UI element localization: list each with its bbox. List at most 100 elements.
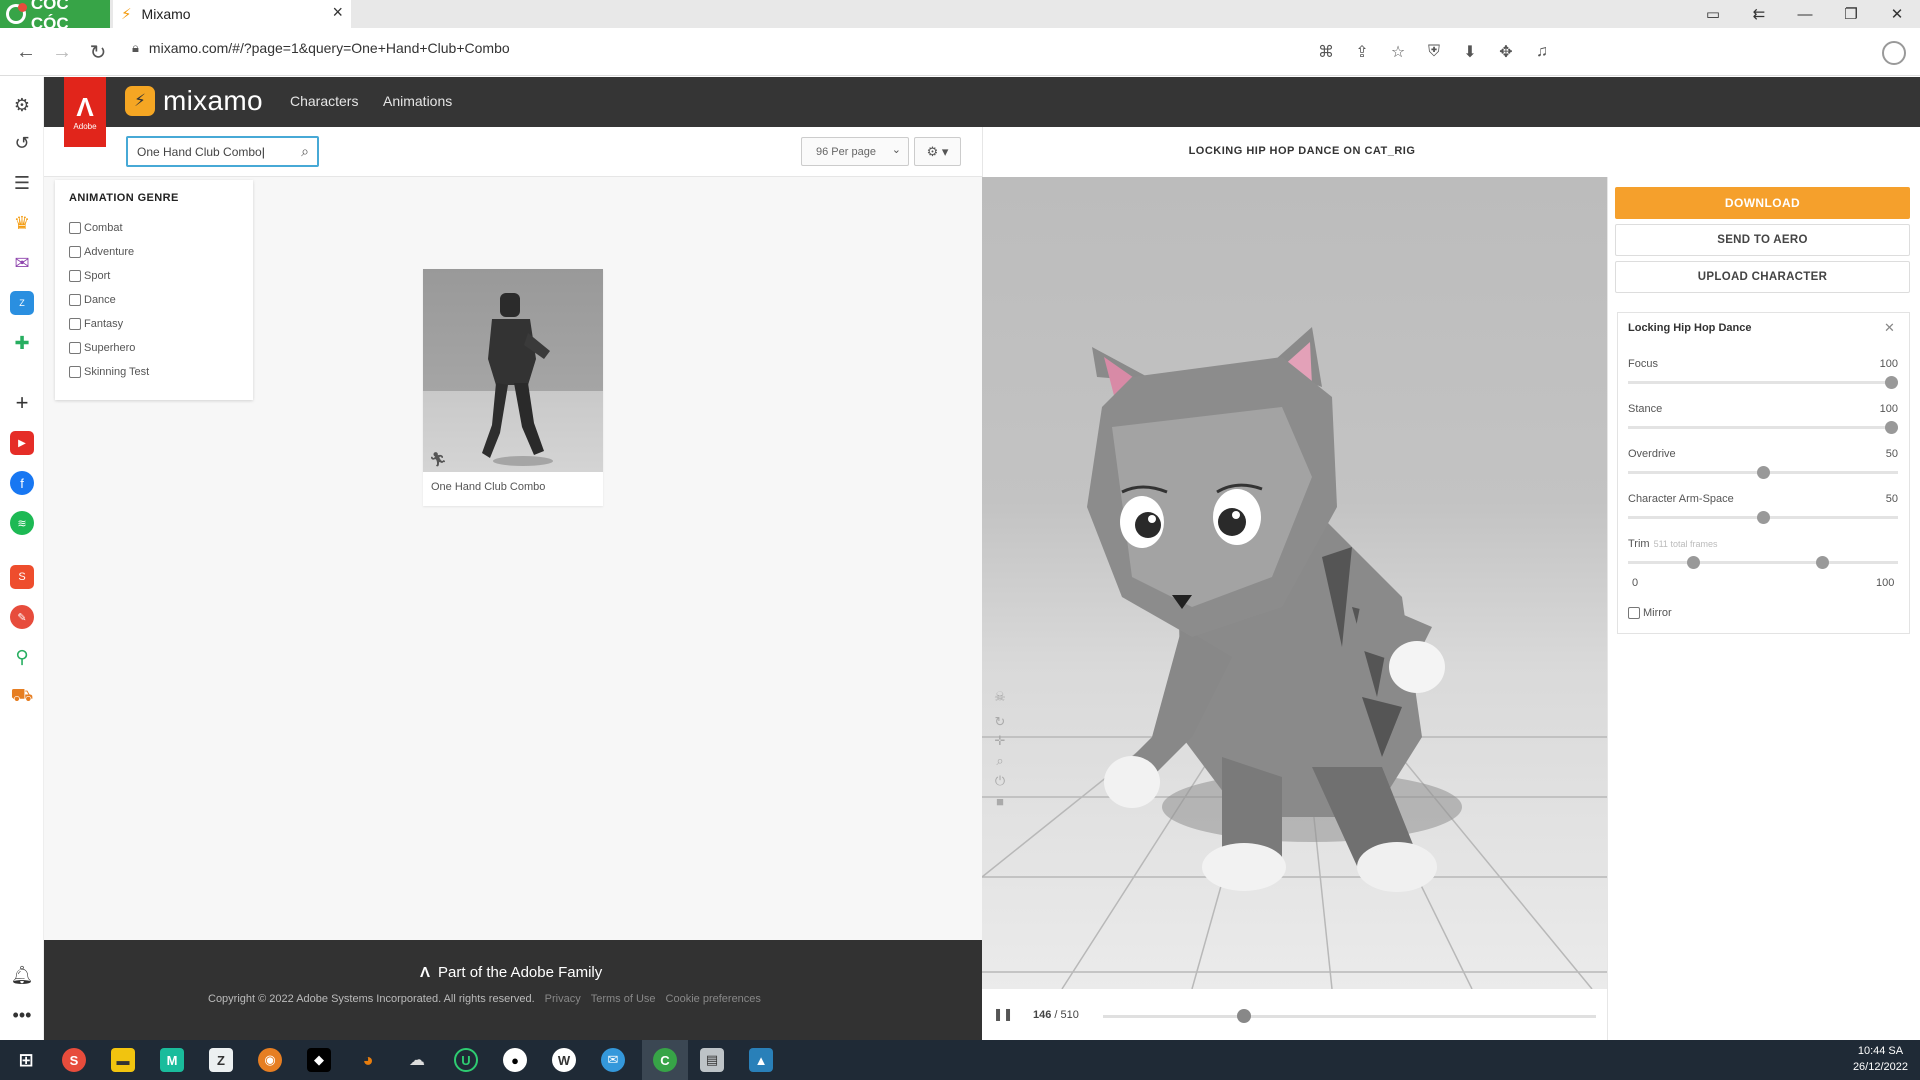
timeline-scrubber[interactable] [1236, 1009, 1251, 1023]
focus-slider-track[interactable] [1628, 381, 1898, 384]
browser-tab-mixamo[interactable]: ⚡ Mixamo × [113, 0, 351, 28]
checkbox[interactable] [69, 342, 81, 354]
music-icon[interactable]: ♫ [1524, 36, 1560, 68]
back-icon[interactable]: ← [10, 36, 42, 68]
extensions-icon[interactable]: ✥ [1488, 36, 1524, 68]
history-icon[interactable]: ↺ [10, 131, 34, 155]
zalo-icon[interactable]: Z [10, 291, 34, 315]
reading-list-icon[interactable]: ☰ [10, 171, 34, 195]
pan-icon[interactable]: ✛ [992, 733, 1008, 749]
arm-space-slider-knob[interactable] [1756, 511, 1770, 524]
shopee-icon[interactable]: S [10, 565, 34, 589]
messenger-icon[interactable]: ✉ [10, 251, 34, 275]
search-input[interactable]: One Hand Club Combo | ⌕ [126, 136, 319, 167]
chrome-icon[interactable]: ◉ [258, 1048, 282, 1072]
messenger-taskbar-icon[interactable]: ✉ [601, 1048, 625, 1072]
unity-icon[interactable]: ◆ [307, 1048, 331, 1072]
genre-item-combat[interactable]: Combat [69, 216, 239, 240]
download-icon[interactable]: ⬇ [1452, 36, 1488, 68]
share-icon[interactable]: ⇪ [1344, 36, 1380, 68]
antivirus-icon[interactable]: S [62, 1048, 86, 1072]
brain-app-icon[interactable]: ☁ [405, 1048, 429, 1072]
checkbox[interactable] [69, 270, 81, 282]
minimize-icon[interactable]: — [1782, 0, 1828, 28]
blender-icon[interactable]: ◕ [356, 1048, 380, 1072]
3d-viewport[interactable]: ☠ ↻ ✛ ⌕ ⏻ ■ [982, 177, 1607, 989]
crown-icon[interactable]: ♛ [10, 211, 34, 235]
star-icon[interactable]: ☆ [1380, 36, 1416, 68]
coccoc-taskbar-icon[interactable]: C [653, 1048, 677, 1072]
facebook-icon[interactable]: f [10, 471, 34, 495]
timeline-track[interactable] [1103, 1015, 1596, 1018]
camera-icon[interactable]: ■ [992, 793, 1008, 809]
zoom-icon[interactable]: ⌕ [992, 753, 1008, 769]
stance-slider-knob[interactable] [1885, 421, 1898, 434]
settings-dropdown-button[interactable]: ⚙ ▾ [914, 137, 961, 166]
notes-icon[interactable]: ✎ [10, 605, 34, 629]
forward-icon[interactable]: → [46, 36, 78, 68]
add-panel-icon[interactable]: + [10, 390, 34, 415]
checkbox[interactable] [69, 222, 81, 234]
adobe-badge[interactable]: Λ Adobe [64, 77, 106, 147]
mixamo-logo[interactable]: ⚡ mixamo [125, 85, 263, 117]
gamepad-icon[interactable]: ✚ [10, 331, 34, 355]
checkbox[interactable] [69, 294, 81, 306]
mirror-option[interactable]: Mirror [1628, 607, 1672, 619]
focus-slider-knob[interactable] [1885, 376, 1898, 389]
animation-card[interactable]: 🏃︎ One Hand Club Combo [423, 269, 603, 506]
skeleton-icon[interactable]: ☠ [992, 689, 1008, 705]
settings-gear-icon[interactable]: ⚙ [10, 93, 34, 117]
map-pin-icon[interactable]: ⚲ [10, 645, 34, 669]
tab-list-icon[interactable]: ⇇ [1736, 0, 1782, 28]
spotify-icon[interactable]: ≋ [10, 511, 34, 535]
genre-item-adventure[interactable]: Adventure [69, 240, 239, 264]
windows-start-icon[interactable]: ⊞ [14, 1048, 38, 1072]
coccoc-logo[interactable]: CÓC CÓC [0, 0, 110, 33]
mirror-checkbox[interactable] [1628, 607, 1640, 619]
genre-item-sport[interactable]: Sport [69, 264, 239, 288]
stance-slider-track[interactable] [1628, 426, 1898, 429]
taskbar-clock[interactable]: 10:44 SA 26/12/2022 [1853, 1043, 1908, 1075]
profile-avatar[interactable] [1882, 41, 1906, 65]
close-tab-icon[interactable]: × [332, 2, 343, 23]
restore-icon[interactable]: ❐ [1828, 0, 1874, 28]
download-button[interactable]: DOWNLOAD [1615, 187, 1910, 219]
checkbox[interactable] [69, 318, 81, 330]
reading-mode-icon[interactable]: ▭ [1690, 0, 1736, 28]
reset-view-icon[interactable]: ⏻ [992, 773, 1008, 789]
notepad-icon[interactable]: ▤ [700, 1048, 724, 1072]
cart-icon[interactable]: ⛟ [10, 685, 34, 709]
cookie-preferences-link[interactable]: Cookie preferences [666, 993, 761, 1005]
terms-link[interactable]: Terms of Use [591, 993, 656, 1005]
zbrush-icon[interactable]: Z [209, 1048, 233, 1072]
genre-item-dance[interactable]: Dance [69, 288, 239, 312]
search-icon[interactable]: ⌕ [301, 143, 309, 160]
more-options-icon[interactable]: ••• [10, 1003, 34, 1027]
genre-item-fantasy[interactable]: Fantasy [69, 312, 239, 336]
shield-icon[interactable]: ⛨ [1416, 36, 1452, 68]
genre-item-skinning-test[interactable]: Skinning Test [69, 360, 239, 384]
nav-characters[interactable]: Characters [290, 93, 358, 109]
maya-icon[interactable]: M [160, 1048, 184, 1072]
checkbox[interactable] [69, 366, 81, 378]
rotate-icon[interactable]: ↻ [992, 714, 1008, 730]
github-icon[interactable]: ● [503, 1048, 527, 1072]
photos-icon[interactable]: ▲ [749, 1048, 773, 1072]
nav-animations[interactable]: Animations [383, 93, 452, 109]
pause-icon[interactable]: ❚❚ [993, 1007, 1013, 1021]
footer-brand[interactable]: Λ Part of the Adobe Family [420, 964, 602, 981]
send-to-aero-button[interactable]: SEND TO AERO [1615, 224, 1910, 256]
per-page-select[interactable]: 96 Per page ⌄ [801, 137, 909, 166]
youtube-icon[interactable]: ▶ [10, 431, 34, 455]
reload-icon[interactable]: ↻ [82, 36, 114, 68]
file-explorer-icon[interactable]: ▬ [111, 1048, 135, 1072]
trim-start-knob[interactable] [1686, 556, 1700, 569]
overdrive-slider-knob[interactable] [1756, 466, 1770, 479]
translate-icon[interactable]: ⌘ [1308, 36, 1344, 68]
w-app-icon[interactable]: W [552, 1048, 576, 1072]
upload-character-button[interactable]: UPLOAD CHARACTER [1615, 261, 1910, 293]
close-icon[interactable]: ✕ [1884, 320, 1895, 336]
privacy-link[interactable]: Privacy [545, 993, 581, 1005]
upwork-icon[interactable]: U [454, 1048, 478, 1072]
notification-bell-icon[interactable]: 🔔︎ [10, 963, 34, 987]
